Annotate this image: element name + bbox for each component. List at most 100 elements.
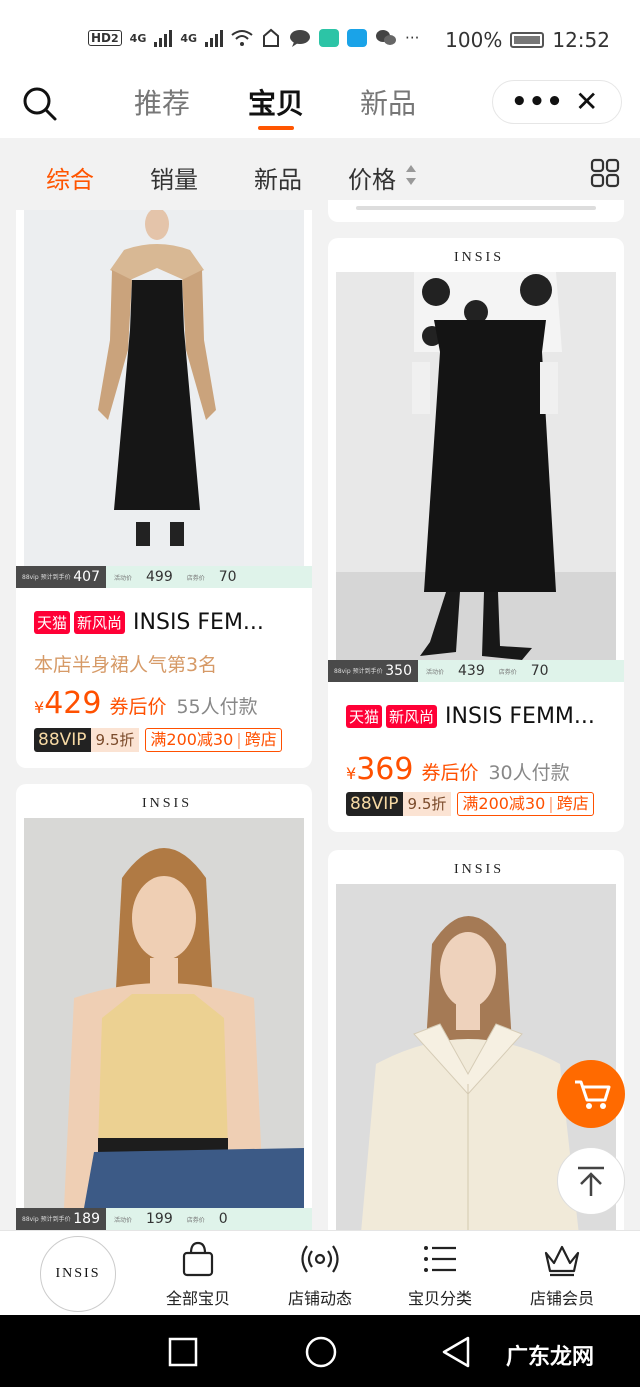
product-photo-dress [24,210,304,566]
search-icon[interactable] [20,84,60,124]
tab-membership-label: 店铺会员 [529,1289,594,1308]
brand-header: INSIS [142,796,193,811]
price-row: ¥ 429 券后价 55人付款 [34,686,258,721]
tab-categories[interactable]: 宝贝分类 [390,1239,490,1309]
sort-new[interactable]: 新品 [254,160,302,195]
coupon-text: 满200减30 [462,794,546,813]
cross-store-text: 跨店 [556,794,589,813]
cart-button[interactable] [557,1060,625,1128]
battery-percent: 100% [445,28,503,52]
product-image[interactable] [24,818,304,1208]
coupon-text: 满200减30 [150,730,234,749]
tab-new[interactable]: 新品 [360,82,416,122]
product-title[interactable]: INSIS FEMM... [445,704,595,729]
product-card-partial[interactable] [328,200,624,222]
sort-price[interactable]: 价格 [348,160,396,195]
price: 369 [356,752,414,787]
tab-categories-label: 宝贝分类 [407,1289,472,1308]
cart-icon [575,1080,611,1109]
tab-membership[interactable]: 店铺会员 [512,1239,612,1309]
currency-symbol: ¥ [34,698,45,717]
back-icon[interactable] [440,1335,472,1369]
tab-recommend[interactable]: 推荐 [134,82,190,122]
more-button[interactable]: ••• [511,87,564,117]
product-title[interactable]: INSIS FEM... [133,610,264,635]
sort-sales[interactable]: 销量 [150,160,198,195]
tmall-tag: 天猫 [346,705,383,728]
chat-bubble-icon [290,30,311,47]
promo-price: 439 [458,663,485,679]
signal-icon [154,30,173,47]
discount-badge: 9.5折 [90,728,140,752]
bottom-tab-bar: INSIS 全部宝贝 店铺动态 宝贝分类 店铺会员 [0,1230,640,1315]
tab-all-items[interactable]: 全部宝贝 [148,1239,248,1309]
promo-price: 199 [146,1211,173,1227]
product-card[interactable]: INSIS 88vip 预计到手价 350 活动价 439 店券价 70 天猫 … [328,238,624,832]
top-nav: 推荐 宝贝 新品 ••• ✕ [0,80,640,138]
vip-price-label: 88vip 预计到手价 [334,667,383,675]
price: 429 [44,686,102,721]
sort-overall[interactable]: 综合 [46,160,94,195]
vip-badge: 88VIP [34,728,91,752]
recent-apps-icon[interactable] [168,1337,198,1367]
sort-arrows-icon [406,165,416,185]
vip-price-box: 88vip 预计到手价 407 [16,566,106,588]
promo-prices: 活动价 499 店券价 70 [106,566,312,588]
tab-all-items-label: 全部宝贝 [165,1289,230,1308]
back-to-top-button[interactable] [557,1147,625,1215]
tab-store-feed-label: 店铺动态 [287,1289,352,1308]
crown-icon [544,1245,580,1277]
promo-row: 88VIP 9.5折 满200减30 | 跨店 [34,728,282,752]
product-photo-tank-top [24,818,304,1208]
price-strip: 88vip 预计到手价 407 活动价 499 店券价 70 [16,566,312,588]
card-edge [356,206,596,210]
status-left: HD2 4G 4G ··· [88,28,419,48]
promo-price: 499 [146,569,173,585]
promo-prices: 活动价 439 店券价 70 [418,660,624,682]
shopping-bag-icon [182,1241,214,1277]
vip-badge: 88VIP [346,792,403,816]
miniapp-capsule: ••• ✕ [492,80,622,124]
vip-price: 189 [73,1211,100,1227]
brand-header: INSIS [454,250,505,265]
signal-1-label: 4G [129,31,147,45]
product-image[interactable] [24,210,304,566]
ranking-label: 本店半身裙人气第3名 [34,654,218,676]
more-notifications: ··· [405,29,420,47]
product-card[interactable]: 88vip 预计到手价 407 活动价 499 店券价 70 天猫 新风尚 IN… [16,210,312,768]
status-right: 100% 12:52 [445,28,610,52]
arrow-up-icon [578,1166,604,1196]
price-row: ¥ 369 券后价 30人付款 [346,752,570,787]
coupon-price-label: 店券价 [186,574,205,582]
product-title-row: 天猫 新风尚 INSIS FEM... [34,610,264,635]
product-card[interactable]: INSIS 88vip 预计到手价 189 活动价 199 店券价 0 [16,784,312,1244]
product-photo-skirt [336,272,616,660]
brand-header: INSIS [454,862,505,877]
new-trend-tag: 新风尚 [74,611,126,634]
coupon-badge: 满200减30 | 跨店 [457,792,594,816]
signal-icon [205,30,224,47]
product-title-row: 天猫 新风尚 INSIS FEMM... [346,704,595,729]
shop-logo[interactable]: INSIS [40,1236,116,1312]
grid-view-icon[interactable] [590,158,620,188]
close-button[interactable]: ✕ [575,85,598,118]
vip-price-box: 88vip 预计到手价 350 [328,660,418,682]
discount-badge: 9.5折 [402,792,452,816]
tab-items[interactable]: 宝贝 [248,82,304,122]
promo-price-label: 活动价 [114,1216,133,1224]
broadcast-icon [301,1245,339,1273]
promo-prices: 活动价 199 店券价 0 [106,1208,312,1230]
home-icon[interactable] [304,1335,338,1369]
coupon-badge: 满200减30 | 跨店 [145,728,282,752]
wifi-icon [231,30,253,46]
active-tab-indicator [258,126,294,130]
tab-store-feed[interactable]: 店铺动态 [270,1239,370,1309]
signal-2-label: 4G [180,31,198,45]
vip-price-label: 88vip 预计到手价 [22,1215,71,1223]
vip-price: 407 [73,569,100,585]
product-image[interactable] [336,272,616,660]
buyer-count: 30人付款 [488,762,570,784]
app-icon [319,29,340,47]
price-note: 券后价 [109,696,167,718]
promo-row: 88VIP 9.5折 满200减30 | 跨店 [346,792,594,816]
